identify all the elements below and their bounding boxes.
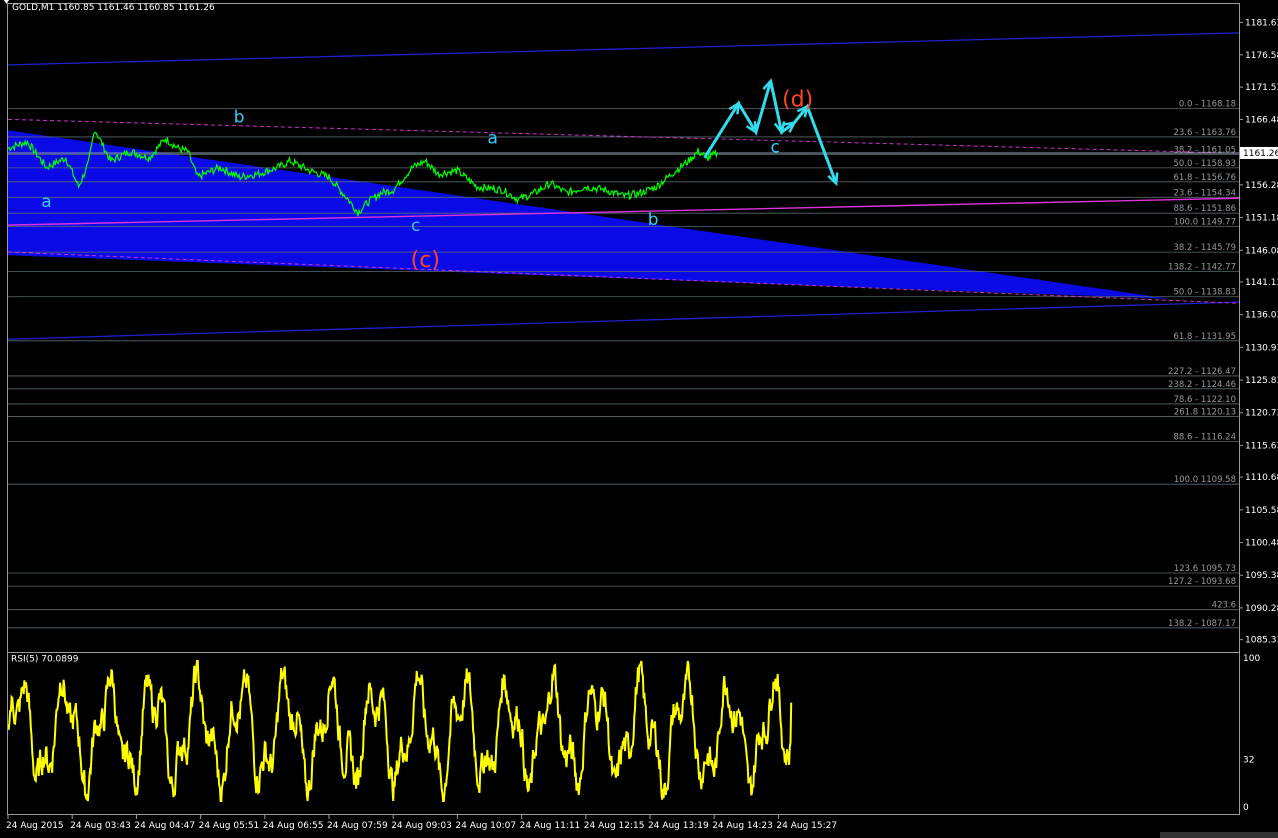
price-tick-label: 1100.48 [1245, 539, 1278, 549]
time-tick-label: 24 Aug 14:23 [712, 821, 773, 831]
time-tick-label: 24 Aug 03:43 [70, 821, 131, 831]
rsi-tick-label: 100 [1243, 654, 1260, 664]
main-plot: 0.0 - 1168.18 23.6 - 1163.76 38.2 - 1161.0… [8, 32, 1239, 629]
rsi-tick-label: 32 [1243, 755, 1254, 765]
price-tick-label: 1125.83 [1245, 376, 1278, 386]
channel-lower-line [8, 301, 1239, 340]
price-tick-label: 1156.28 [1245, 181, 1278, 191]
wave-label: b [648, 210, 659, 230]
price-tick-label: 1176.58 [1245, 51, 1278, 61]
fib-level-label: 23.6 - 1163.76 [1173, 128, 1236, 138]
fib-level-label: 50.0 - 1138.83 [1173, 288, 1236, 298]
fib-level-label: 423.6 [1212, 601, 1236, 611]
price-tick-label: 1166.48 [1245, 115, 1278, 125]
price-tick-label: 1130.93 [1245, 343, 1278, 353]
price-tick-label: 1085.33 [1245, 636, 1278, 646]
fib-level-label: 227.2 - 1126.47 [1168, 367, 1236, 377]
fib-level-label: 23.6 - 1154.34 [1173, 188, 1236, 198]
chart-canvas[interactable]: 0.0 - 1168.18 23.6 - 1163.76 38.2 - 1161.0… [0, 0, 1278, 838]
time-tick-label: 24 Aug 15:27 [776, 821, 837, 831]
main-plot-frame [7, 3, 1240, 653]
price-tick-label: 1115.63 [1245, 441, 1278, 451]
fib-level-label: 61.8 - 1131.95 [1173, 332, 1236, 342]
price-tick-label: 1136.03 [1245, 311, 1278, 321]
fib-level-label: 78.6 - 1122.10 [1173, 395, 1236, 405]
price-tick-label: 1120.73 [1245, 409, 1278, 419]
rsi-series-line [8, 660, 793, 802]
time-tick-label: 24 Aug 10:07 [455, 821, 516, 831]
fib-level-label: 61.8 - 1156.76 [1173, 173, 1236, 183]
time-tick-label: 24 Aug 13:19 [648, 821, 709, 831]
wave-label: b [234, 108, 245, 128]
time-tick-label: 24 Aug 2015 [6, 821, 64, 831]
dashed-trend-upper [8, 118, 1239, 154]
current-price-tag: 1161.26 [1240, 146, 1278, 159]
price-tick-label: 1105.58 [1245, 506, 1278, 516]
fib-level-label: 238.2 - 1124.46 [1168, 380, 1236, 390]
time-tick-label: 24 Aug 04:47 [134, 821, 195, 831]
price-tick-label: 1171.53 [1245, 83, 1278, 93]
rsi-plot-frame [7, 652, 1240, 815]
wave-label: a [487, 129, 497, 149]
price-tick-label: 1181.63 [1245, 18, 1278, 28]
price-tick-label: 1141.13 [1245, 278, 1278, 288]
wave-label: c [771, 138, 780, 158]
fib-level-label: 127.2 - 1093.68 [1168, 577, 1236, 587]
horizontal-scrollbar[interactable] [1160, 832, 1278, 838]
price-tick-label: 1146.08 [1245, 246, 1278, 256]
fib-level-label: 100.0 1109.58 [1174, 475, 1236, 485]
current-price-label: 1161.26 [1243, 149, 1278, 159]
fib-level-label: 261.8 1120.13 [1174, 408, 1236, 418]
fib-level-label: 138.2 - 1087.17 [1168, 619, 1236, 629]
fib-level-label: 88.6 - 1116.24 [1173, 433, 1236, 443]
time-tick-label: 24 Aug 05:51 [199, 821, 260, 831]
fib-level-label: 0.0 - 1168.18 [1179, 100, 1236, 110]
wave-triangle-fill [8, 130, 1171, 299]
fib-level-label: 123.6 1095.73 [1174, 564, 1236, 574]
rsi-axis: 100 32 0 [1243, 654, 1260, 813]
fib-level-label: 100.0 1149.77 [1174, 218, 1236, 228]
rsi-tick-label: 0 [1243, 803, 1249, 813]
time-tick-label: 24 Aug 06:55 [263, 821, 324, 831]
price-tick-label: 1151.18 [1245, 214, 1278, 224]
time-tick-label: 24 Aug 12:15 [584, 821, 645, 831]
price-tick-label: 1095.38 [1245, 571, 1278, 581]
time-tick-label: 24 Aug 11:11 [520, 821, 581, 831]
price-tick-label: 1110.68 [1245, 473, 1278, 483]
price-tick-label: 1090.28 [1245, 604, 1278, 614]
time-axis: 24 Aug 2015 24 Aug 03:43 24 Aug 04:47 24 Au… [6, 815, 837, 831]
wave-label: (c) [411, 248, 440, 273]
rsi-title: RSI(5) 70.0899 [11, 655, 79, 665]
wave-label: (d) [782, 88, 813, 113]
time-tick-label: 24 Aug 09:03 [391, 821, 452, 831]
channel-upper-line [8, 32, 1239, 66]
fib-level-label: 138.2 - 1142.77 [1168, 262, 1236, 272]
fib-level-label: 38.2 - 1161.05 [1173, 145, 1236, 155]
fib-level-label: 38.2 - 1145.79 [1173, 243, 1236, 253]
chart-title: GOLD,M1 1160.85 1161.46 1160.85 1161.26 [12, 3, 215, 13]
price-axis: 1181.63 1176.58 1171.53 1166.48 1161.26 1156.… [1239, 18, 1278, 646]
fib-level-label: 88.6 - 1151.86 [1173, 204, 1236, 214]
fib-level-label: 50.0 - 1158.93 [1173, 159, 1236, 169]
time-tick-label: 24 Aug 07:59 [327, 821, 388, 831]
wave-label: a [41, 192, 51, 212]
wave-label: c [411, 216, 420, 236]
